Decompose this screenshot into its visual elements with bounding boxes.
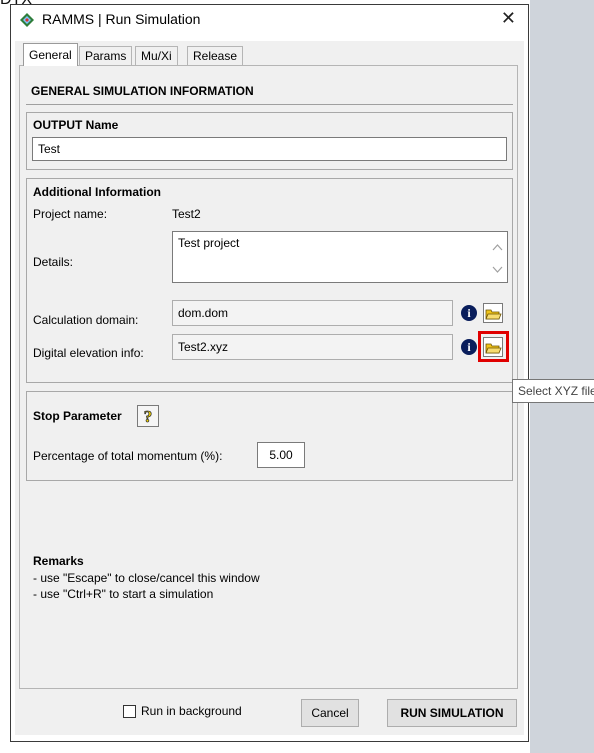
title-bar: RAMMS | Run Simulation ✕ (11, 5, 528, 35)
calc-domain-label: Calculation domain: (33, 313, 139, 327)
remarks-title: Remarks (33, 554, 84, 568)
run-simulation-button[interactable]: RUN SIMULATION (387, 699, 517, 727)
details-text: Test project (178, 236, 240, 250)
run-in-background-label: Run in background (141, 704, 242, 718)
tab-params[interactable]: Params (79, 46, 133, 65)
select-xyz-tooltip: Select XYZ file (512, 379, 594, 403)
remark-line: - use "Ctrl+R" to start a simulation (33, 587, 214, 601)
stop-parameter-group: Stop Parameter ? Percentage of total mom… (26, 391, 513, 481)
tab-general[interactable]: General (23, 43, 78, 66)
domain-open-folder-icon[interactable] (483, 303, 503, 323)
momentum-label: Percentage of total momentum (%): (33, 449, 223, 463)
ramms-app-icon (20, 13, 34, 27)
run-in-background-checkbox[interactable] (123, 705, 136, 718)
additional-info-title: Additional Information (33, 185, 161, 199)
stop-parameter-title: Stop Parameter (33, 409, 122, 423)
project-name-label: Project name: (33, 207, 108, 221)
tab-release[interactable]: Release (187, 46, 244, 65)
output-name-group: OUTPUT Name Test (26, 112, 513, 170)
dem-info-field[interactable]: Test2.xyz (172, 334, 453, 360)
background-window (530, 0, 594, 753)
momentum-input[interactable]: 5.00 (257, 442, 305, 468)
additional-info-group: Additional Information Project name: Tes… (26, 178, 513, 383)
dialog-client-area: General Params Mu/Xi Release GENERAL SIM… (15, 41, 524, 735)
help-icon[interactable]: ? (137, 405, 159, 427)
window-title: RAMMS | Run Simulation (42, 11, 201, 27)
svg-text:?: ? (144, 407, 153, 426)
footer-bar: Run in background Cancel RUN SIMULATION (15, 689, 524, 735)
details-textarea[interactable]: Test project (172, 231, 508, 283)
output-name-input[interactable]: Test (32, 137, 507, 161)
close-icon[interactable]: ✕ (501, 8, 516, 29)
details-label: Details: (33, 255, 74, 269)
highlight-box (478, 331, 509, 362)
calc-domain-field[interactable]: dom.dom (172, 300, 453, 326)
run-simulation-dialog: RAMMS | Run Simulation ✕ General Params … (10, 4, 529, 742)
domain-info-icon[interactable]: i (461, 305, 477, 321)
divider (26, 104, 513, 105)
tab-mu-xi[interactable]: Mu/Xi (135, 46, 178, 65)
general-tab-panel: GENERAL SIMULATION INFORMATION OUTPUT Na… (19, 65, 518, 689)
project-name-value: Test2 (172, 207, 201, 221)
dem-info-icon[interactable]: i (461, 339, 477, 355)
general-heading: GENERAL SIMULATION INFORMATION (31, 84, 254, 98)
details-scrollbar[interactable] (489, 233, 506, 281)
remark-line: - use "Escape" to close/cancel this wind… (33, 571, 260, 585)
cancel-button[interactable]: Cancel (301, 699, 359, 727)
dem-info-label: Digital elevation info: (33, 346, 144, 360)
output-name-title: OUTPUT Name (33, 118, 119, 132)
